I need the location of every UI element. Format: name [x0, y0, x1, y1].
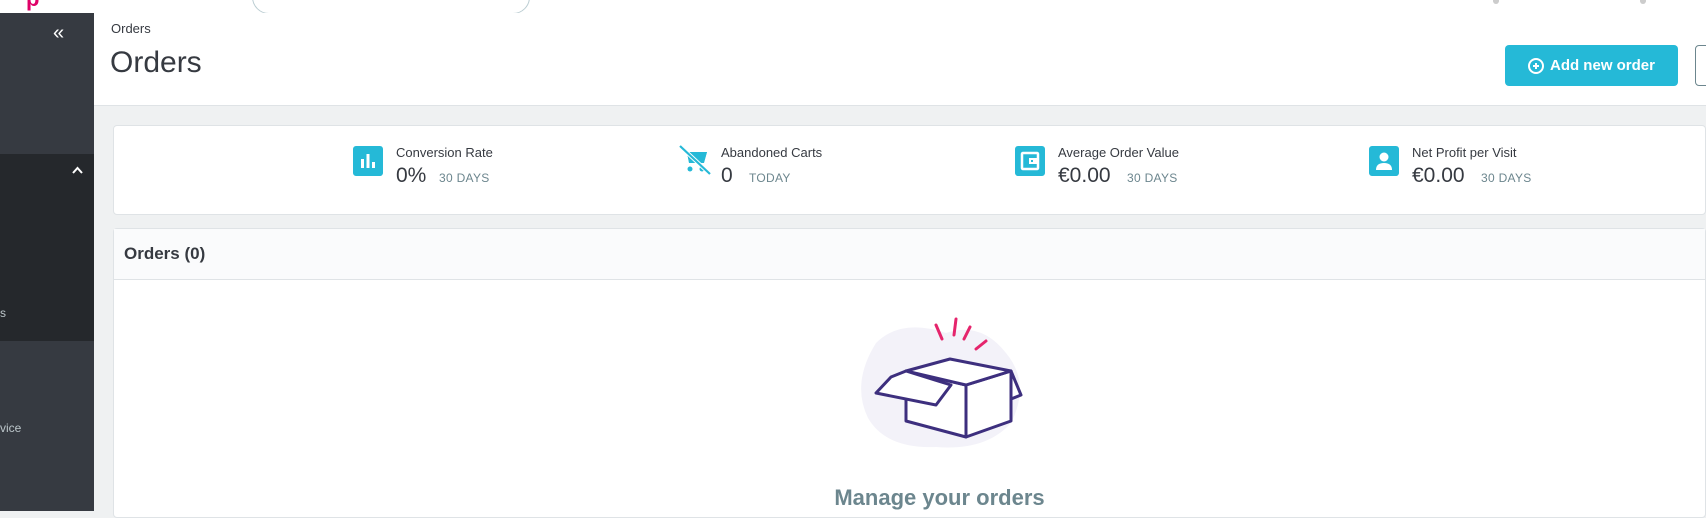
kpi-value: 0 — [721, 164, 733, 187]
empty-box-illustration — [846, 313, 1036, 458]
kpi-row: Conversion Rate 0% 30 DAYS Abandoned Car… — [113, 125, 1706, 215]
kpi-label: Average Order Value — [1058, 145, 1179, 160]
profile-icon[interactable] — [1640, 0, 1646, 4]
kpi-period: 30 DAYS — [439, 171, 490, 185]
user-icon — [1369, 146, 1399, 176]
add-new-order-button[interactable]: Add new order — [1505, 45, 1678, 86]
sidebar-item-label[interactable]: vice — [0, 421, 21, 435]
breadcrumb[interactable]: Orders — [111, 21, 151, 36]
sidebar-item-label[interactable]: s — [0, 306, 6, 320]
add-new-order-label: Add new order — [1549, 57, 1655, 74]
kpi-value: 0% — [396, 164, 427, 187]
orders-panel-title: Orders (0) — [124, 244, 206, 263]
orders-panel: Orders (0) Manage your orders — [113, 228, 1706, 518]
kpi-period: 30 DAYS — [1127, 171, 1178, 185]
kpi-value: €0.00 — [1058, 164, 1111, 187]
shop-logo[interactable]: p — [26, 0, 39, 12]
notifications-icon[interactable] — [1493, 0, 1499, 4]
bar-chart-icon — [353, 146, 383, 176]
orders-panel-header: Orders (0) — [114, 229, 1705, 280]
kpi-label: Abandoned Carts — [721, 145, 823, 160]
page-header: Orders Orders Add new order — [94, 13, 1706, 106]
page-title: Orders — [110, 46, 202, 79]
cart-off-icon — [678, 144, 712, 176]
kpi-period: TODAY — [749, 171, 791, 185]
add-circle-icon — [1527, 57, 1544, 74]
wallet-icon — [1015, 146, 1045, 176]
chevron-up-icon[interactable] — [72, 163, 83, 177]
secondary-header-button[interactable] — [1695, 45, 1706, 86]
header-search-input[interactable] — [252, 0, 530, 14]
kpi-label: Net Profit per Visit — [1412, 145, 1517, 160]
double-chevron-left-icon[interactable]: « — [53, 23, 64, 43]
kpi-value: €0.00 — [1412, 164, 1465, 187]
kpi-period: 30 DAYS — [1481, 171, 1532, 185]
kpi-label: Conversion Rate — [396, 145, 493, 160]
sidebar-active-section[interactable] — [0, 154, 94, 341]
sidebar: « s vice — [0, 13, 94, 511]
top-header: p — [0, 0, 1706, 14]
empty-state-title: Manage your orders — [834, 485, 1045, 510]
